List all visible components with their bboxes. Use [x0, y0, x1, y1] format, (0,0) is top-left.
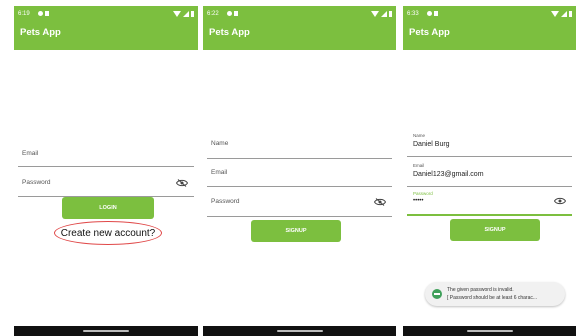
- wifi-icon: [371, 11, 379, 17]
- app-bar: 6:33 Pets App: [403, 6, 576, 50]
- battery-icon: [389, 11, 392, 17]
- password-field[interactable]: Password •••••: [407, 188, 572, 216]
- eye-off-icon[interactable]: [374, 198, 386, 206]
- sd-card-icon: [234, 11, 238, 16]
- status-time: 6:33: [407, 11, 419, 17]
- wifi-icon: [173, 11, 181, 17]
- name-field[interactable]: Name Daniel Burg: [407, 130, 572, 157]
- system-icons: [371, 11, 392, 21]
- signup-button[interactable]: SIGNUP: [251, 220, 341, 242]
- nav-bar: [14, 326, 198, 336]
- app-title: Pets App: [209, 27, 250, 38]
- email-field[interactable]: Email Daniel123@gmail.com: [407, 160, 572, 187]
- password-field[interactable]: Password: [18, 172, 194, 197]
- create-account-link[interactable]: Create new account?: [54, 221, 162, 245]
- email-placeholder: Email: [22, 150, 39, 157]
- status-time: 6:22: [207, 11, 219, 17]
- app-icon: [432, 289, 442, 299]
- app-bar: 6:19 Pets App: [14, 6, 198, 50]
- eye-off-icon[interactable]: [176, 179, 188, 187]
- email-field[interactable]: Email: [18, 144, 194, 167]
- nav-bar: [203, 326, 396, 336]
- settings-icon: [227, 11, 232, 16]
- signal-icon: [183, 11, 189, 17]
- email-label: Email: [413, 163, 425, 168]
- app-title: Pets App: [409, 27, 450, 38]
- settings-icon: [427, 11, 432, 16]
- app-bar: 6:22 Pets App: [203, 6, 396, 50]
- home-gesture-handle[interactable]: [276, 330, 323, 332]
- password-placeholder: Password: [22, 179, 51, 186]
- email-placeholder: Email: [211, 169, 228, 176]
- error-toast: The given password is invalid. [ Passwor…: [425, 282, 565, 306]
- name-placeholder: Name: [211, 140, 229, 147]
- login-screen: 6:19 Pets App Email Password LOGIN Creat: [14, 6, 198, 336]
- signal-icon: [561, 11, 567, 17]
- screenshot-collage: 6:19 Pets App Email Password LOGIN Creat: [0, 0, 588, 336]
- signal-icon: [381, 11, 387, 17]
- nav-bar: [403, 326, 576, 336]
- password-field[interactable]: Password: [207, 192, 392, 217]
- sd-card-icon: [45, 11, 49, 16]
- password-placeholder: Password: [211, 198, 240, 205]
- app-title: Pets App: [20, 27, 61, 38]
- email-value: Daniel123@gmail.com: [413, 171, 484, 178]
- settings-icon: [38, 11, 43, 16]
- email-field[interactable]: Email: [207, 164, 392, 187]
- battery-icon: [569, 11, 572, 17]
- password-value: •••••: [413, 198, 424, 204]
- password-label: Password: [413, 191, 433, 196]
- notification-icons: [427, 11, 438, 21]
- notification-icons: [38, 11, 49, 21]
- status-bar: 6:33: [407, 9, 572, 19]
- status-bar: 6:19: [18, 9, 194, 19]
- notification-icons: [227, 11, 238, 21]
- login-button[interactable]: LOGIN: [62, 197, 154, 219]
- system-icons: [173, 11, 194, 21]
- name-label: Name: [413, 133, 426, 138]
- battery-icon: [191, 11, 194, 17]
- eye-icon[interactable]: [554, 197, 566, 205]
- toast-message-line1: The given password is invalid.: [447, 287, 514, 293]
- home-gesture-handle[interactable]: [83, 330, 129, 332]
- sd-card-icon: [434, 11, 438, 16]
- name-value: Daniel Burg: [413, 141, 450, 148]
- system-icons: [551, 11, 572, 21]
- home-gesture-handle[interactable]: [466, 330, 513, 332]
- wifi-icon: [551, 11, 559, 17]
- signup-button[interactable]: SIGNUP: [450, 219, 540, 241]
- status-time: 6:19: [18, 11, 30, 17]
- signup-screen: 6:22 Pets App Name Email Password SIGNUP: [203, 6, 396, 336]
- status-bar: 6:22: [207, 9, 392, 19]
- signup-error-screen: 6:33 Pets App Name Daniel Burg Email Dan…: [403, 6, 576, 336]
- name-field[interactable]: Name: [207, 136, 392, 159]
- toast-message-line2: [ Password should be at least 6 charac..…: [447, 295, 538, 301]
